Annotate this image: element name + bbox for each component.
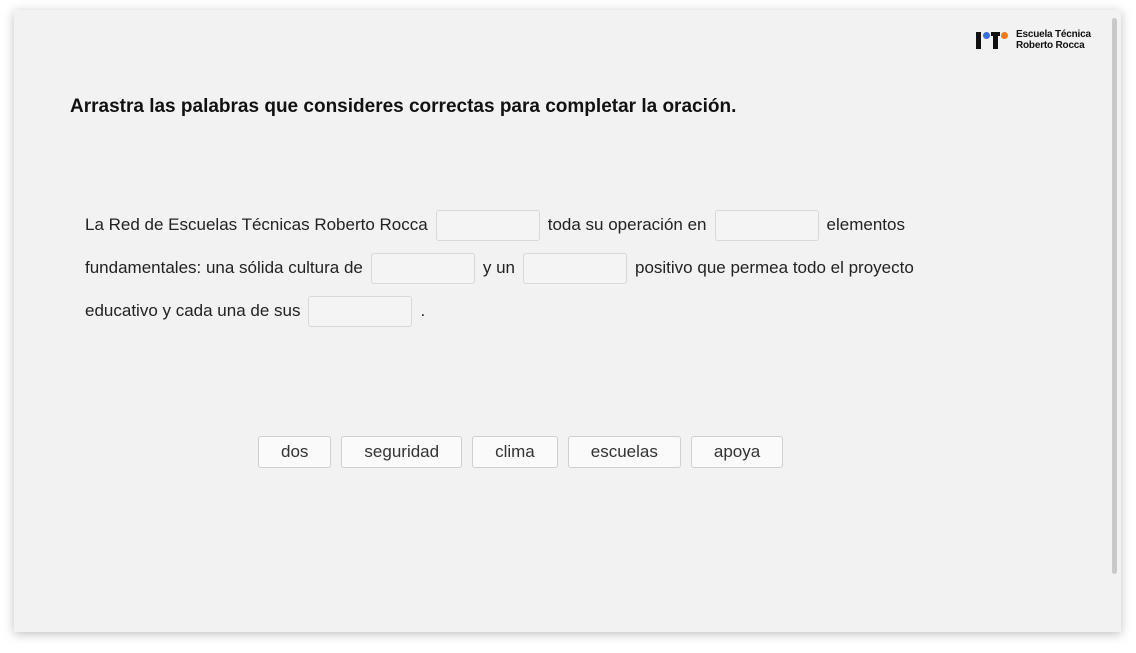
draggable-word-apoya[interactable]: apoya xyxy=(690,436,784,468)
drop-zone-4[interactable] xyxy=(523,252,627,284)
logo-line-1: Escuela Técnica xyxy=(1016,29,1091,40)
sentence-line-2: fundamentales: una sólida cultura de y u… xyxy=(85,251,914,285)
activity-card: Escuela Técnica Roberto Rocca Arrastra l… xyxy=(14,10,1121,632)
word-bank: dos seguridad clima escuelas apoya xyxy=(258,436,784,468)
sentence-text: elementos xyxy=(826,215,905,234)
logo-line-2: Roberto Rocca xyxy=(1016,40,1085,51)
scrollbar-thumb[interactable] xyxy=(1112,18,1117,574)
sentence-text: fundamentales: una sólida cultura de xyxy=(85,258,363,277)
drop-zone-3[interactable] xyxy=(370,252,475,284)
drop-zone-5[interactable] xyxy=(308,295,413,327)
school-logo: Escuela Técnica Roberto Rocca xyxy=(974,29,1091,51)
sentence-text: toda su operación en xyxy=(547,215,707,234)
logo-mark-icon xyxy=(974,30,1010,50)
sentence-line-1: La Red de Escuelas Técnicas Roberto Rocc… xyxy=(85,208,914,242)
sentence-text: positivo que permea todo el proyecto xyxy=(635,258,914,277)
fill-in-sentence: La Red de Escuelas Técnicas Roberto Rocc… xyxy=(85,208,914,337)
sentence-text: educativo y cada una de sus xyxy=(85,301,301,320)
vertical-scrollbar[interactable] xyxy=(1111,18,1118,574)
sentence-line-3: educativo y cada una de sus . xyxy=(85,294,914,328)
instruction-heading: Arrastra las palabras que consideres cor… xyxy=(70,96,737,117)
draggable-word-dos[interactable]: dos xyxy=(258,436,332,468)
drop-zone-2[interactable] xyxy=(714,209,819,241)
logo-text: Escuela Técnica Roberto Rocca xyxy=(1016,29,1091,51)
draggable-word-clima[interactable]: clima xyxy=(472,436,558,468)
sentence-text: y un xyxy=(482,258,515,277)
draggable-word-escuelas[interactable]: escuelas xyxy=(567,436,681,468)
sentence-text: . xyxy=(420,301,426,320)
drop-zone-1[interactable] xyxy=(435,209,540,241)
draggable-word-seguridad[interactable]: seguridad xyxy=(341,436,463,468)
sentence-text: La Red de Escuelas Técnicas Roberto Rocc… xyxy=(85,215,428,234)
